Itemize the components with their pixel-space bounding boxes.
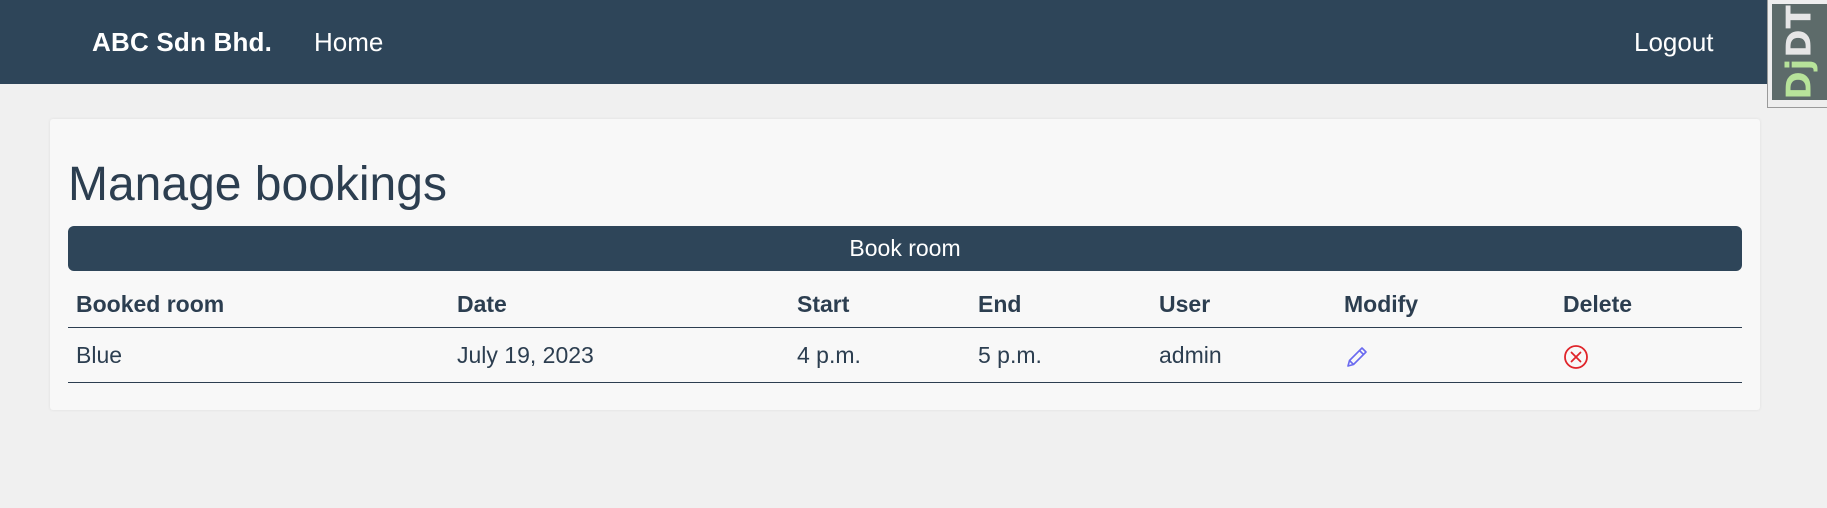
- cell-start: 4 p.m.: [789, 327, 970, 383]
- book-room-button[interactable]: Book room: [68, 226, 1742, 271]
- djdt-dt-text: DT: [1780, 4, 1820, 58]
- nav-home-link[interactable]: Home: [314, 27, 383, 58]
- djdt-dj-text: Dj: [1780, 57, 1820, 100]
- djdt-logo-text: DjDT: [1780, 4, 1820, 99]
- header-date: Date: [449, 279, 789, 328]
- cell-date: July 19, 2023: [449, 327, 789, 383]
- top-navbar: ABC Sdn Bhd. Home Logout: [0, 0, 1767, 84]
- cell-delete: [1555, 327, 1742, 383]
- django-debug-toolbar-handle[interactable]: DjDT: [1767, 0, 1827, 108]
- header-user: User: [1151, 279, 1336, 328]
- cell-user: admin: [1151, 327, 1336, 383]
- header-start: Start: [789, 279, 970, 328]
- cell-modify: [1336, 327, 1555, 383]
- header-end: End: [970, 279, 1151, 328]
- table-header-row: Booked room Date Start End User Modify D…: [68, 279, 1742, 328]
- table-row: Blue July 19, 2023 4 p.m. 5 p.m. admin: [68, 327, 1742, 383]
- header-booked-room: Booked room: [68, 279, 449, 328]
- djdt-logo: DjDT: [1772, 4, 1827, 100]
- header-modify: Modify: [1336, 279, 1555, 328]
- nav-logout-link[interactable]: Logout: [1634, 27, 1714, 58]
- cell-room: Blue: [68, 327, 449, 383]
- bookings-card: Manage bookings Book room Booked room Da…: [50, 119, 1760, 410]
- circle-x-icon[interactable]: [1563, 344, 1589, 370]
- pencil-icon[interactable]: [1344, 344, 1370, 370]
- brand-link[interactable]: ABC Sdn Bhd.: [92, 27, 272, 58]
- header-delete: Delete: [1555, 279, 1742, 328]
- cell-end: 5 p.m.: [970, 327, 1151, 383]
- page-title: Manage bookings: [68, 158, 447, 211]
- bookings-table: Booked room Date Start End User Modify D…: [68, 279, 1742, 383]
